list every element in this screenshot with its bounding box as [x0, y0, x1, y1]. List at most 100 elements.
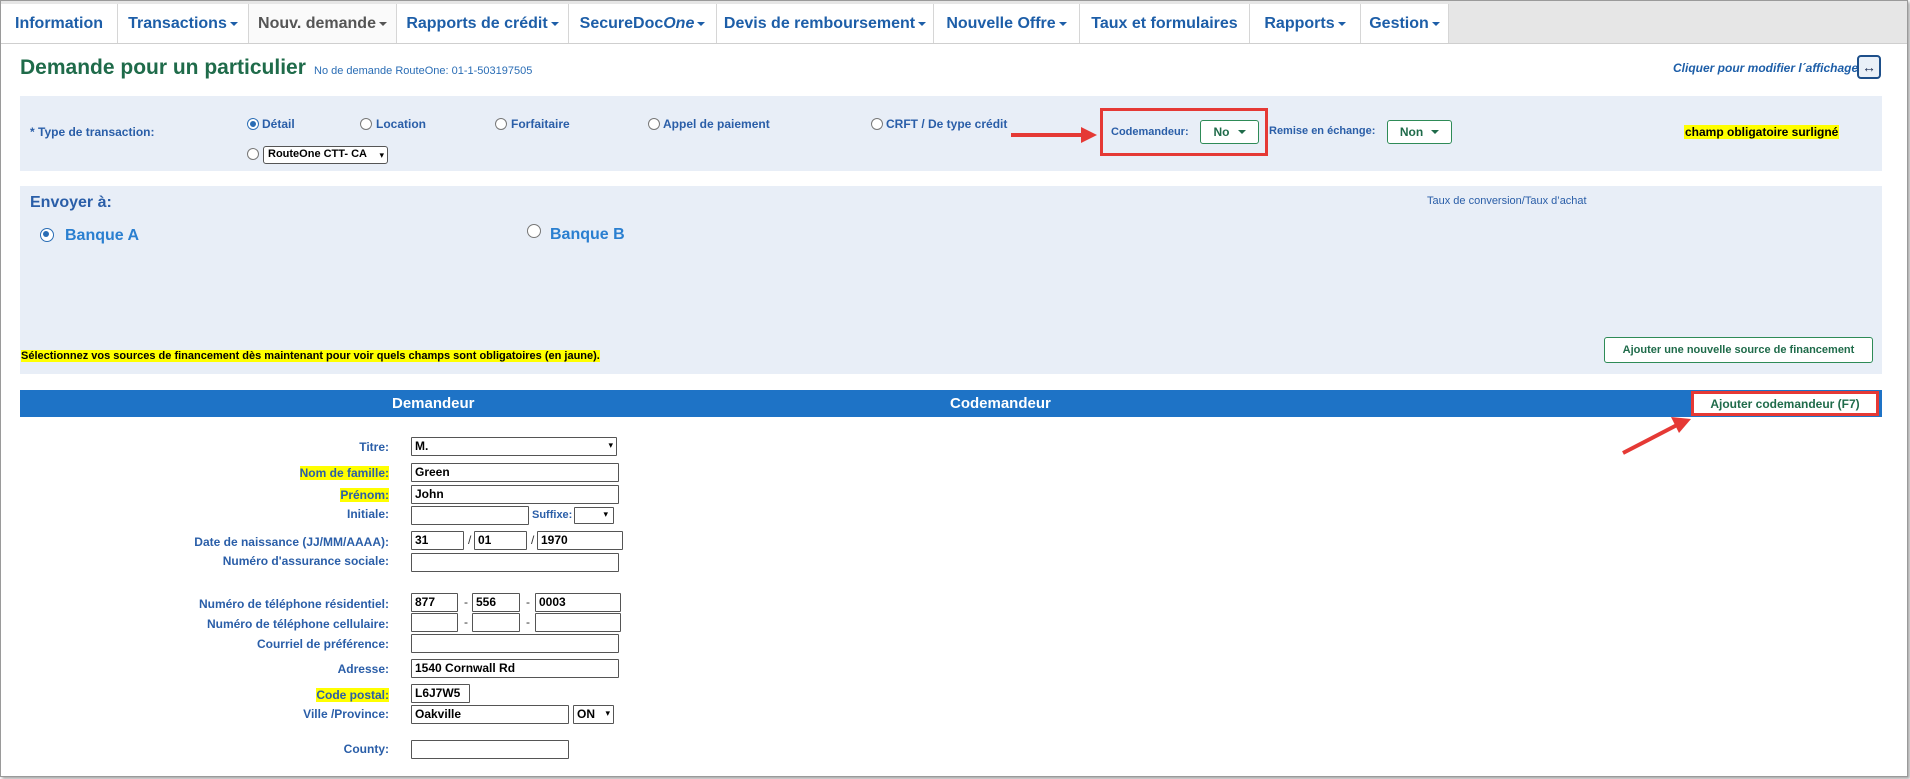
- coapplicant-heading: Codemandeur: [950, 395, 1051, 412]
- radio-banque-a[interactable]: [40, 228, 54, 242]
- codemandeur-select[interactable]: No: [1200, 120, 1259, 144]
- caret-down-icon: [550, 21, 559, 26]
- toggle-view-button[interactable]: ↔: [1857, 55, 1881, 79]
- tab-label: Gestion: [1369, 14, 1429, 32]
- tradein-select[interactable]: Non: [1387, 120, 1452, 144]
- radio-detail[interactable]: [247, 118, 259, 130]
- tab-rapports-credit[interactable]: Rapports de crédit: [397, 4, 569, 43]
- annotation-arrow-icon: [1622, 417, 1691, 455]
- dob-separator: /: [531, 533, 535, 547]
- province-value: ON: [577, 707, 595, 721]
- tab-transactions[interactable]: Transactions: [118, 4, 249, 43]
- email-input[interactable]: [411, 634, 619, 653]
- postal-input[interactable]: L6J7W5: [411, 684, 470, 703]
- dob-day-value: 31: [415, 533, 429, 547]
- tab-label: Nouv. demande: [258, 14, 376, 32]
- toggle-view-label: Cliquer pour modifier l´affichage: [1673, 61, 1859, 75]
- nom-label: Nom de famille:: [299, 466, 389, 480]
- prenom-label: Prénom:: [340, 488, 389, 502]
- home-phone-line-input[interactable]: 0003: [535, 593, 621, 612]
- address-label: Adresse:: [337, 662, 389, 676]
- dob-separator: /: [468, 533, 472, 547]
- tab-label: Information: [15, 14, 103, 32]
- cell-phone-area-input[interactable]: [411, 613, 458, 632]
- initiale-input[interactable]: [411, 506, 529, 525]
- postal-label: Code postal:: [316, 688, 389, 702]
- tab-securedoc[interactable]: SecureDoc One: [569, 4, 717, 43]
- cell-phone-prefix-input[interactable]: [472, 613, 520, 632]
- transaction-type-label: * Type de transaction:: [30, 125, 155, 139]
- tab-label: Devis de remboursement: [723, 14, 916, 32]
- cell-phone-label: Numéro de téléphone cellulaire:: [206, 617, 389, 631]
- dob-year-value: 1970: [541, 533, 568, 547]
- add-financing-source-label: Ajouter une nouvelle source de financeme…: [1622, 344, 1855, 356]
- tab-devis-remboursement[interactable]: Devis de remboursement: [717, 4, 934, 43]
- suffixe-select[interactable]: ▾: [574, 507, 614, 524]
- county-label: County:: [343, 742, 389, 756]
- routeone-select[interactable]: RouteOne CTT- CA ▾: [263, 146, 388, 164]
- dob-year-input[interactable]: 1970: [537, 531, 623, 550]
- radio-banque-b[interactable]: [527, 224, 541, 238]
- phone-separator: -: [464, 595, 468, 609]
- tradein-value: Non: [1399, 125, 1424, 139]
- radio-crft-label: CRFT / De type crédit: [886, 117, 1008, 131]
- radio-location[interactable]: [360, 118, 372, 130]
- add-coapplicant-button[interactable]: Ajouter codemandeur (F7): [1691, 391, 1879, 416]
- home-phone-prefix-input[interactable]: 556: [472, 593, 520, 612]
- prenom-input[interactable]: John: [411, 485, 619, 504]
- tab-nouv-demande[interactable]: Nouv. demande: [249, 4, 397, 43]
- cell-phone-line-input[interactable]: [535, 613, 621, 632]
- chevron-down-icon: ▾: [379, 150, 384, 160]
- home-phone-line-value: 0003: [539, 595, 566, 609]
- tab-label: SecureDoc: [579, 14, 664, 32]
- radio-crft[interactable]: [871, 118, 883, 130]
- dob-month-input[interactable]: 01: [474, 531, 527, 550]
- tab-label: Transactions: [128, 14, 227, 32]
- app-window: Information Transactions Nouv. demande R…: [0, 0, 1908, 777]
- city-input[interactable]: Oakville: [411, 705, 569, 724]
- chevron-down-icon: ▾: [603, 509, 608, 519]
- prenom-value: John: [415, 487, 444, 501]
- caret-down-icon: [1431, 130, 1440, 134]
- home-phone-area-input[interactable]: 877: [411, 593, 458, 612]
- tab-gestion[interactable]: Gestion: [1361, 4, 1449, 43]
- tab-information[interactable]: Information: [1, 4, 118, 43]
- caret-down-icon: [918, 21, 927, 26]
- dob-day-input[interactable]: 31: [411, 531, 464, 550]
- applicant-heading: Demandeur: [392, 395, 475, 412]
- caret-down-icon: [229, 21, 238, 26]
- titre-label: Titre:: [359, 440, 389, 454]
- tab-nouvelle-offre[interactable]: Nouvelle Offre: [934, 4, 1080, 43]
- titre-select[interactable]: M. ▾: [411, 437, 617, 456]
- chevron-down-icon: ▾: [608, 440, 613, 450]
- city-label: Ville /Province:: [303, 707, 389, 721]
- initiale-label: Initiale:: [346, 507, 389, 521]
- sin-label: Numéro d'assurance sociale:: [222, 554, 389, 568]
- caret-down-icon: [1237, 130, 1246, 134]
- address-input[interactable]: 1540 Cornwall Rd: [411, 659, 619, 678]
- county-input[interactable]: [411, 740, 569, 759]
- prenom-label-text: Prénom:: [340, 488, 389, 502]
- add-coapplicant-label: Ajouter codemandeur (F7): [1710, 396, 1860, 411]
- financing-note: Sélectionnez vos sources de financement …: [21, 350, 600, 362]
- radio-forfaitaire-label: Forfaitaire: [511, 117, 570, 131]
- radio-routeone[interactable]: [247, 148, 259, 160]
- codemandeur-label: Codemandeur:: [1111, 126, 1189, 138]
- radio-forfaitaire[interactable]: [495, 118, 507, 130]
- radio-appel-paiement[interactable]: [648, 118, 660, 130]
- request-number: No de demande RouteOne: 01-1-503197505: [314, 65, 533, 77]
- tab-taux-formulaires[interactable]: Taux et formulaires: [1080, 4, 1250, 43]
- add-financing-source-button[interactable]: Ajouter une nouvelle source de financeme…: [1604, 337, 1873, 363]
- postal-label-text: Code postal:: [316, 688, 389, 702]
- tab-rapports[interactable]: Rapports: [1250, 4, 1361, 43]
- caret-down-icon: [1058, 21, 1067, 26]
- page-title: Demande pour un particulier: [20, 56, 306, 79]
- home-phone-prefix-value: 556: [476, 595, 497, 609]
- email-label: Courriel de préférence:: [256, 637, 389, 651]
- routeone-select-value: RouteOne CTT- CA: [268, 148, 367, 160]
- chevron-down-icon: ▾: [605, 708, 610, 718]
- sin-input[interactable]: [411, 553, 619, 572]
- phone-separator: -: [526, 595, 530, 609]
- nom-input[interactable]: Green: [411, 463, 619, 482]
- province-select[interactable]: ON ▾: [573, 705, 614, 724]
